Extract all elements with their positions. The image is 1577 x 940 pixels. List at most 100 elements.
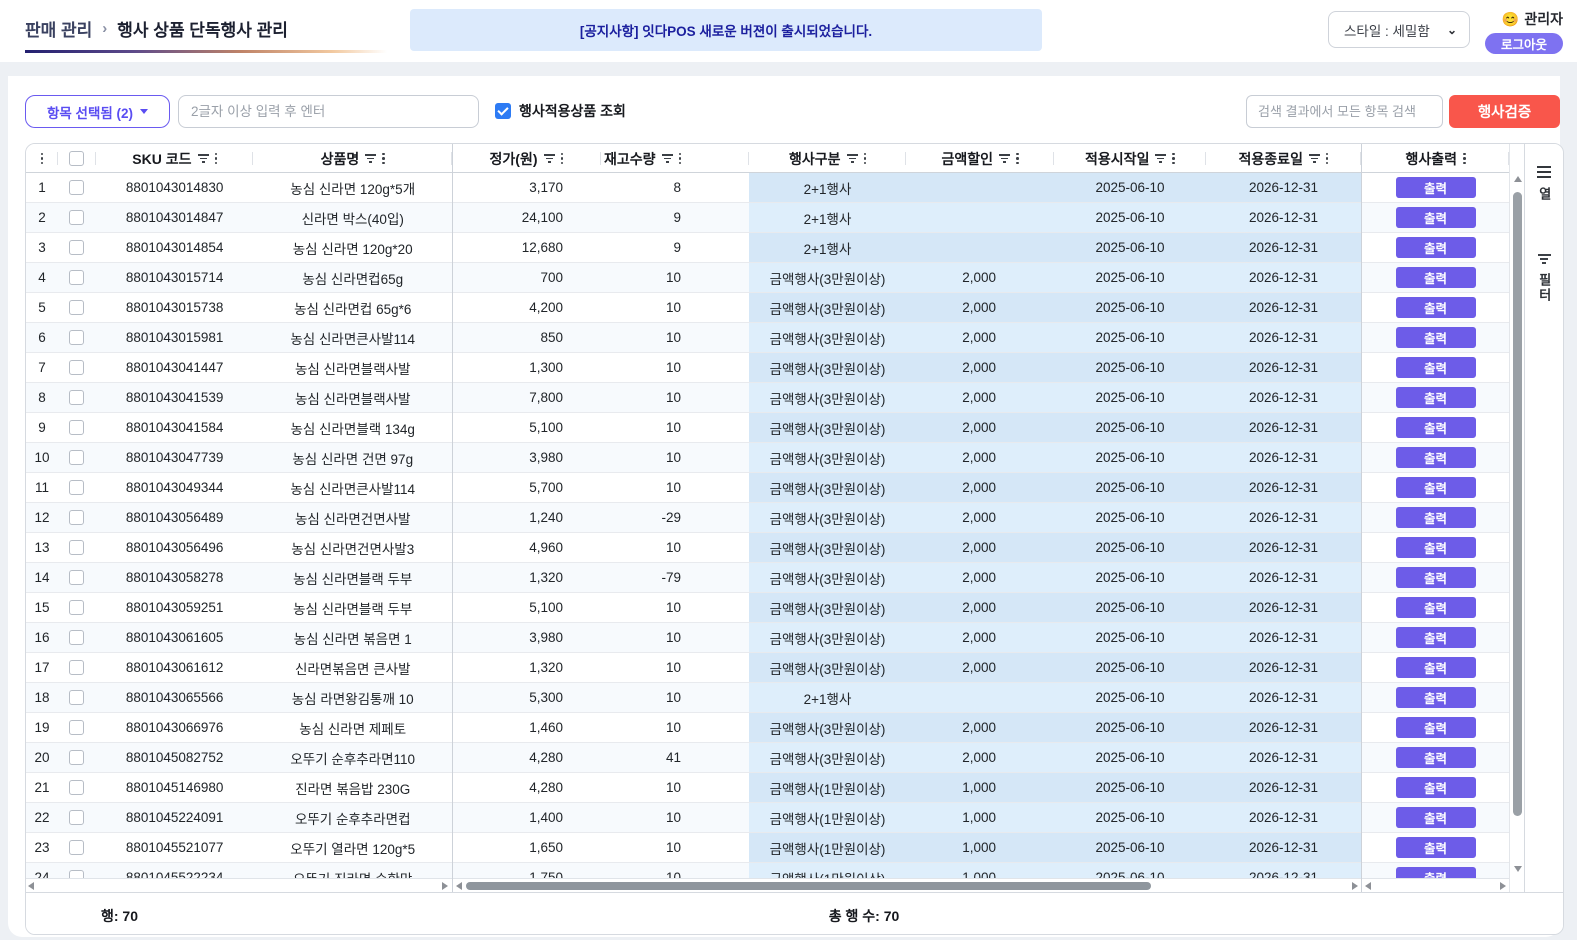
row-checkbox[interactable] <box>69 330 84 345</box>
row-checkbox[interactable] <box>69 690 84 705</box>
row-checkbox[interactable] <box>69 810 84 825</box>
filter-icon[interactable] <box>544 154 555 163</box>
print-button[interactable]: 출력 <box>1396 177 1476 198</box>
scroll-right-icon[interactable] <box>442 882 448 890</box>
scroll-left-icon[interactable] <box>456 882 462 890</box>
print-button[interactable]: 출력 <box>1396 627 1476 648</box>
main-hscrollbar[interactable] <box>453 878 1361 892</box>
print-button[interactable]: 출력 <box>1396 207 1476 228</box>
tab-filter[interactable]: 필터 <box>1535 254 1554 303</box>
print-button[interactable]: 출력 <box>1396 327 1476 348</box>
column-header-product-name[interactable]: 상품명 <box>253 144 452 173</box>
print-button[interactable]: 출력 <box>1396 717 1476 738</box>
breadcrumb-parent[interactable]: 판매 관리 <box>25 16 92 41</box>
print-button[interactable]: 출력 <box>1396 687 1476 708</box>
print-button[interactable]: 출력 <box>1396 657 1476 678</box>
column-header-price[interactable]: 정가(원) <box>453 144 601 173</box>
menu-dots-icon[interactable] <box>1172 153 1175 165</box>
column-header-end-date[interactable]: 적용종료일 <box>1206 144 1361 173</box>
filter-icon[interactable] <box>1309 154 1320 163</box>
menu-dots-icon[interactable] <box>1463 153 1466 165</box>
vscroll-thumb[interactable] <box>1513 192 1522 816</box>
row-checkbox[interactable] <box>69 240 84 255</box>
row-checkbox[interactable] <box>69 840 84 855</box>
column-header-discount[interactable]: 금액할인 <box>906 144 1054 173</box>
print-button[interactable]: 출력 <box>1396 357 1476 378</box>
print-button[interactable]: 출력 <box>1396 267 1476 288</box>
print-button[interactable]: 출력 <box>1396 807 1476 828</box>
print-button[interactable]: 출력 <box>1396 867 1476 878</box>
row-checkbox[interactable] <box>69 210 84 225</box>
print-button[interactable]: 출력 <box>1396 537 1476 558</box>
row-checkbox[interactable] <box>69 870 84 878</box>
column-header-start-date[interactable]: 적용시작일 <box>1054 144 1206 173</box>
tab-columns[interactable]: 열 <box>1535 166 1554 202</box>
scroll-left-icon[interactable] <box>1365 882 1371 890</box>
row-checkbox[interactable] <box>69 570 84 585</box>
menu-dots-icon[interactable] <box>215 153 218 165</box>
logout-button[interactable]: 로그아웃 <box>1485 33 1563 54</box>
row-checkbox[interactable] <box>69 510 84 525</box>
filter-icon[interactable] <box>1155 154 1166 163</box>
row-checkbox[interactable] <box>69 180 84 195</box>
print-button[interactable]: 출력 <box>1396 567 1476 588</box>
search-input[interactable] <box>178 95 479 128</box>
print-button[interactable]: 출력 <box>1396 837 1476 858</box>
result-search-input[interactable] <box>1246 95 1443 128</box>
scroll-down-icon[interactable] <box>1514 866 1522 872</box>
column-header-event-print[interactable]: 행사출력 <box>1362 144 1509 173</box>
filter-icon[interactable] <box>198 154 209 163</box>
style-select[interactable]: 스타일 : 세밀함 ⌄ <box>1328 11 1470 48</box>
row-checkbox[interactable] <box>69 360 84 375</box>
column-header-stock[interactable]: 재고수량 <box>601 144 749 173</box>
hscroll-thumb[interactable] <box>466 882 1151 890</box>
filter-icon[interactable] <box>999 154 1010 163</box>
row-checkbox[interactable] <box>69 540 84 555</box>
print-button[interactable]: 출력 <box>1396 417 1476 438</box>
menu-dots-icon[interactable] <box>382 153 385 165</box>
menu-dots-icon[interactable] <box>864 153 867 165</box>
menu-dots-icon[interactable] <box>561 153 564 165</box>
scroll-right-icon[interactable] <box>1500 882 1506 890</box>
menu-dots-icon[interactable] <box>1016 153 1019 165</box>
column-header-event-type[interactable]: 행사구분 <box>749 144 906 173</box>
select-all-header[interactable] <box>58 144 96 173</box>
checked-checkbox[interactable] <box>495 103 511 119</box>
print-button[interactable]: 출력 <box>1396 477 1476 498</box>
column-header-sku[interactable]: SKU 코드 <box>96 144 254 173</box>
event-validate-button[interactable]: 행사검증 <box>1449 95 1560 128</box>
row-checkbox[interactable] <box>69 480 84 495</box>
row-checkbox[interactable] <box>69 600 84 615</box>
scroll-up-icon[interactable] <box>1514 176 1522 182</box>
row-checkbox[interactable] <box>69 720 84 735</box>
event-products-filter[interactable]: 행사적용상품 조회 <box>495 101 626 121</box>
row-checkbox[interactable] <box>69 390 84 405</box>
right-hscrollbar[interactable] <box>1362 878 1509 892</box>
vscrollbar[interactable] <box>1509 144 1524 892</box>
print-button[interactable]: 출력 <box>1396 747 1476 768</box>
row-checkbox[interactable] <box>69 450 84 465</box>
row-checkbox[interactable] <box>69 270 84 285</box>
print-button[interactable]: 출력 <box>1396 777 1476 798</box>
select-all-checkbox[interactable] <box>69 151 84 166</box>
print-button[interactable]: 출력 <box>1396 297 1476 318</box>
left-hscrollbar[interactable] <box>26 878 452 892</box>
row-checkbox[interactable] <box>69 780 84 795</box>
row-checkbox[interactable] <box>69 750 84 765</box>
menu-dots-icon[interactable] <box>679 153 682 165</box>
print-button[interactable]: 출력 <box>1396 237 1476 258</box>
row-checkbox[interactable] <box>69 630 84 645</box>
filter-icon[interactable] <box>847 154 858 163</box>
row-checkbox[interactable] <box>69 660 84 675</box>
row-checkbox[interactable] <box>69 420 84 435</box>
print-button[interactable]: 출력 <box>1396 447 1476 468</box>
print-button[interactable]: 출력 <box>1396 507 1476 528</box>
scroll-left-icon[interactable] <box>28 882 34 890</box>
menu-dots-icon[interactable] <box>1326 153 1329 165</box>
filter-icon[interactable] <box>662 154 673 163</box>
row-checkbox[interactable] <box>69 300 84 315</box>
print-button[interactable]: 출력 <box>1396 387 1476 408</box>
scroll-right-icon[interactable] <box>1352 882 1358 890</box>
row-menu-header[interactable] <box>26 144 58 173</box>
print-button[interactable]: 출력 <box>1396 597 1476 618</box>
